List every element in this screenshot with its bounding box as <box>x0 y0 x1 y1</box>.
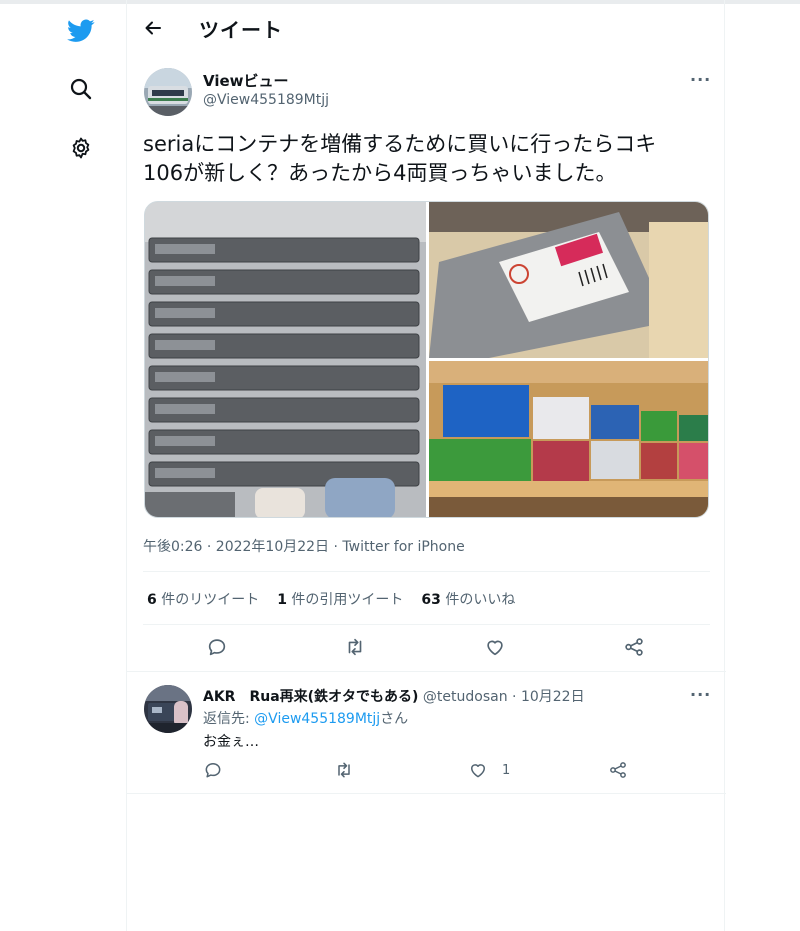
page-title: ツイート <box>199 18 283 42</box>
reply-author-avatar[interactable] <box>144 685 192 733</box>
reply-author-handle[interactable]: @tetudosan <box>418 689 508 705</box>
like-count[interactable]: 63 件のいいね <box>421 589 515 609</box>
reply-to-prefix: 返信先: <box>203 711 255 727</box>
tweet-media-grid <box>144 201 709 518</box>
settings-gear-icon[interactable] <box>66 133 96 163</box>
author-avatar[interactable] <box>144 68 192 116</box>
divider <box>127 793 726 794</box>
like-count-value: 63 <box>421 592 441 608</box>
quote-count[interactable]: 1 件の引用ツイート <box>277 589 403 609</box>
retweet-count-value: 6 <box>147 592 157 608</box>
sidebar <box>0 0 126 931</box>
reply-icon[interactable] <box>206 636 228 658</box>
reply-date[interactable]: · 10月22日 <box>508 689 585 705</box>
photo-3[interactable] <box>429 361 708 517</box>
quote-count-label: 件の引用ツイート <box>286 592 404 608</box>
tweet-stats: 6 件のリツイート 1 件の引用ツイート 63 件のいいね <box>147 589 515 609</box>
divider <box>143 571 710 572</box>
reply-to-line: 返信先: @View455189Mtjjさん <box>203 708 408 728</box>
reply-icon[interactable] <box>203 760 223 780</box>
more-icon[interactable]: ··· <box>690 685 711 704</box>
reply-text: お金ぇ… <box>203 734 259 750</box>
more-icon[interactable]: ··· <box>690 70 711 89</box>
page-header: ツイート <box>127 8 726 48</box>
retweet-count-label: 件のリツイート <box>156 592 260 608</box>
reply-actions: 1 <box>127 760 726 782</box>
tweet-text-line-2: 106が新しく？あったから4両買っちゃいました。 <box>143 161 617 185</box>
twitter-bird-icon[interactable] <box>66 16 96 46</box>
photo-1[interactable] <box>145 202 426 517</box>
tweet-timestamp[interactable]: 午後0:26 · 2022年10月22日 · Twitter for iPhon… <box>143 536 465 556</box>
back-arrow-icon[interactable] <box>139 14 167 42</box>
tweet-text-line-1: seriaにコンテナを増備するために買いに行ったらコキ <box>143 132 657 156</box>
share-icon[interactable] <box>623 636 645 658</box>
reply-to-suffix: さん <box>380 711 409 727</box>
author-handle[interactable]: @View455189Mtjj <box>203 92 329 108</box>
retweet-icon[interactable] <box>344 636 366 658</box>
reply-author-line: AKR Rua再来(鉄オタでもある) @tetudosan · 10月22日 <box>203 686 585 706</box>
share-icon[interactable] <box>608 760 628 780</box>
main-column: ツイート Viewビュー @View455189Mtjj ··· seriaにコ… <box>126 0 726 931</box>
divider <box>127 671 726 672</box>
like-icon[interactable] <box>484 636 506 658</box>
photo-2[interactable] <box>429 202 708 358</box>
search-icon[interactable] <box>66 74 96 104</box>
author-name[interactable]: Viewビュー <box>203 70 289 91</box>
tweet-text: seriaにコンテナを増備するために買いに行ったらコキ 106が新しく？あったか… <box>143 130 713 188</box>
reply-to-handle-link[interactable]: @View455189Mtjj <box>254 711 380 727</box>
retweet-count[interactable]: 6 件のリツイート <box>147 589 259 609</box>
tweet-actions <box>127 636 726 660</box>
like-count-label: 件のいいね <box>440 592 516 608</box>
retweet-icon[interactable] <box>334 760 354 780</box>
reply-author-name[interactable]: AKR Rua再来(鉄オタでもある) <box>203 689 418 705</box>
like-icon[interactable]: 1 <box>468 760 510 780</box>
quote-count-value: 1 <box>277 592 287 608</box>
divider <box>143 624 710 625</box>
reply-like-count: 1 <box>502 762 511 778</box>
